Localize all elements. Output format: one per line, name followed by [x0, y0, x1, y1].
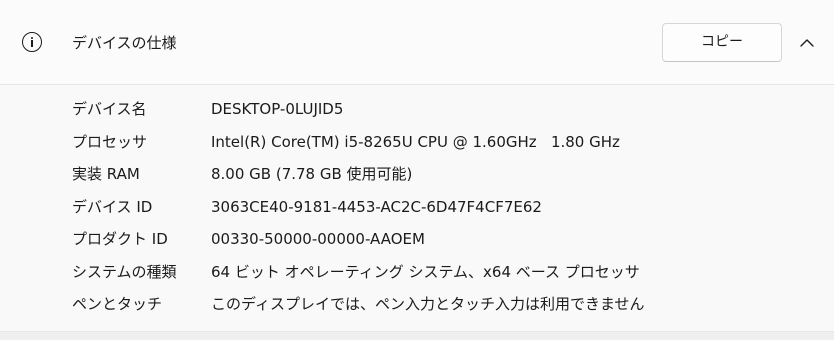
spec-label: プロダクト ID [72, 230, 168, 248]
device-specifications-card: デバイスの仕様 コピー デバイス名 DESKTOP-0LUJID5 プロセッサ … [0, 0, 834, 332]
spec-value: このディスプレイでは、ペン入力とタッチ入力は利用できません [211, 295, 645, 313]
spec-row-ram: 実装 RAM 8.00 GB (7.78 GB 使用可能) [0, 157, 834, 190]
spec-label: システムの種類 [72, 262, 177, 281]
spec-row-system-type: システムの種類 64 ビット オペレーティング システム、x64 ベース プロセ… [0, 255, 834, 288]
spec-value: 64 ビット オペレーティング システム、x64 ベース プロセッサ [211, 262, 640, 281]
spec-label: デバイス ID [72, 197, 153, 216]
device-specifications-header[interactable]: デバイスの仕様 コピー [0, 0, 834, 85]
spec-value: DESKTOP-0LUJID5 [211, 100, 344, 118]
chevron-up-icon[interactable] [796, 32, 818, 54]
spec-value: Intel(R) Core(TM) i5-8265U CPU @ 1.60GHz… [211, 132, 620, 151]
specs-list: デバイス名 DESKTOP-0LUJID5 プロセッサ Intel(R) Cor… [0, 92, 834, 320]
spec-value: 00330-50000-00000-AAOEM [211, 230, 425, 248]
spec-value: 8.00 GB (7.78 GB 使用可能) [211, 165, 413, 183]
section-title: デバイスの仕様 [72, 34, 177, 52]
spec-row-pen-and-touch: ペンとタッチ このディスプレイでは、ペン入力とタッチ入力は利用できません [0, 287, 834, 320]
spec-label: デバイス名 [72, 100, 147, 118]
spec-row-processor: プロセッサ Intel(R) Core(TM) i5-8265U CPU @ 1… [0, 125, 834, 158]
copy-button[interactable]: コピー [662, 23, 782, 62]
spec-row-device-name: デバイス名 DESKTOP-0LUJID5 [0, 92, 834, 125]
spec-row-device-id: デバイス ID 3063CE40-9181-4453-AC2C-6D47F4CF… [0, 190, 834, 223]
info-icon [22, 32, 42, 52]
spec-row-product-id: プロダクト ID 00330-50000-00000-AAOEM [0, 222, 834, 255]
spec-label: ペンとタッチ [72, 295, 163, 313]
spec-label: 実装 RAM [72, 165, 140, 183]
spec-label: プロセッサ [72, 132, 148, 151]
spec-value: 3063CE40-9181-4453-AC2C-6D47F4CF7E62 [211, 197, 542, 216]
